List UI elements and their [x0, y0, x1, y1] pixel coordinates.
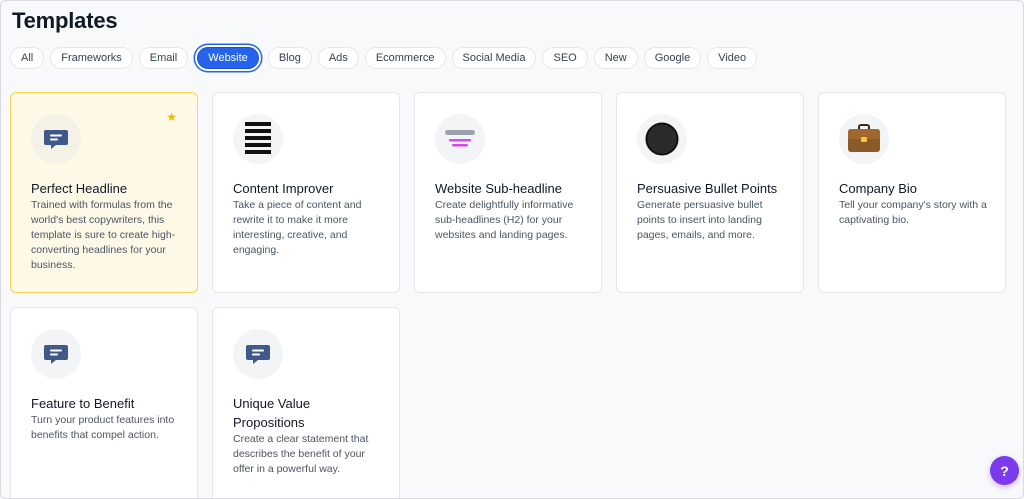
stacked-bars-icon	[233, 114, 283, 164]
chat-bubble-icon	[233, 329, 283, 379]
template-description: Tell your company's story with a captiva…	[839, 199, 987, 226]
template-title: Persuasive Bullet Points	[637, 181, 778, 196]
filter-new[interactable]: New	[593, 47, 638, 69]
template-title: Company Bio	[839, 181, 918, 196]
template-description: Turn your product features into benefits…	[31, 414, 175, 441]
template-description: Create a clear statement that describes …	[233, 433, 369, 475]
filter-ecommerce[interactable]: Ecommerce	[364, 47, 446, 69]
template-card-unique-value-propositions[interactable]: Unique Value Propositions Create a clear…	[212, 307, 400, 498]
briefcase-icon	[839, 114, 889, 164]
template-card-content-improver[interactable]: Content Improver Take a piece of content…	[212, 92, 400, 293]
filter-email[interactable]: Email	[138, 47, 189, 69]
help-button[interactable]: ?	[990, 456, 1019, 485]
template-title: Unique Value Propositions	[233, 396, 311, 430]
category-filters: All Frameworks Email Website Blog Ads Ec…	[10, 47, 758, 69]
filter-video[interactable]: Video	[707, 47, 758, 69]
filter-social-media[interactable]: Social Media	[451, 47, 537, 69]
page-title: Templates	[12, 8, 118, 33]
template-description: Create delightfully informative sub-head…	[435, 199, 574, 241]
template-description: Trained with formulas from the world's b…	[31, 199, 176, 271]
template-card-website-sub-headline[interactable]: Website Sub-headline Create delightfully…	[414, 92, 602, 293]
template-title: Website Sub-headline	[435, 181, 562, 196]
favorite-star-icon[interactable]: ★	[166, 111, 177, 123]
subheadline-lines-icon	[435, 114, 485, 164]
filter-website[interactable]: Website	[197, 47, 259, 69]
filter-google[interactable]: Google	[643, 47, 702, 69]
chat-bubble-icon	[31, 114, 81, 164]
template-card-feature-to-benefit[interactable]: Feature to Benefit Turn your product fea…	[10, 307, 198, 498]
filter-blog[interactable]: Blog	[267, 47, 312, 69]
template-card-company-bio[interactable]: Company Bio Tell your company's story wi…	[818, 92, 1006, 293]
filter-ads[interactable]: Ads	[317, 47, 359, 69]
filter-all[interactable]: All	[10, 47, 45, 69]
template-title: Perfect Headline	[31, 181, 128, 196]
filter-seo[interactable]: SEO	[542, 47, 588, 69]
template-title: Feature to Benefit	[31, 396, 135, 411]
templates-page: Templates All Frameworks Email Website B…	[0, 0, 1024, 499]
bullet-point-icon	[637, 114, 687, 164]
template-description: Generate persuasive bullet points to ins…	[637, 199, 763, 241]
template-grid: ★ Perfect Headline Trained with formulas…	[10, 92, 1006, 498]
filter-frameworks[interactable]: Frameworks	[50, 47, 133, 69]
template-card-perfect-headline[interactable]: ★ Perfect Headline Trained with formulas…	[10, 92, 198, 293]
template-description: Take a piece of content and rewrite it t…	[233, 199, 362, 256]
chat-bubble-icon	[31, 329, 81, 379]
template-card-persuasive-bullet-points[interactable]: Persuasive Bullet Points Generate persua…	[616, 92, 804, 293]
template-title: Content Improver	[233, 181, 334, 196]
